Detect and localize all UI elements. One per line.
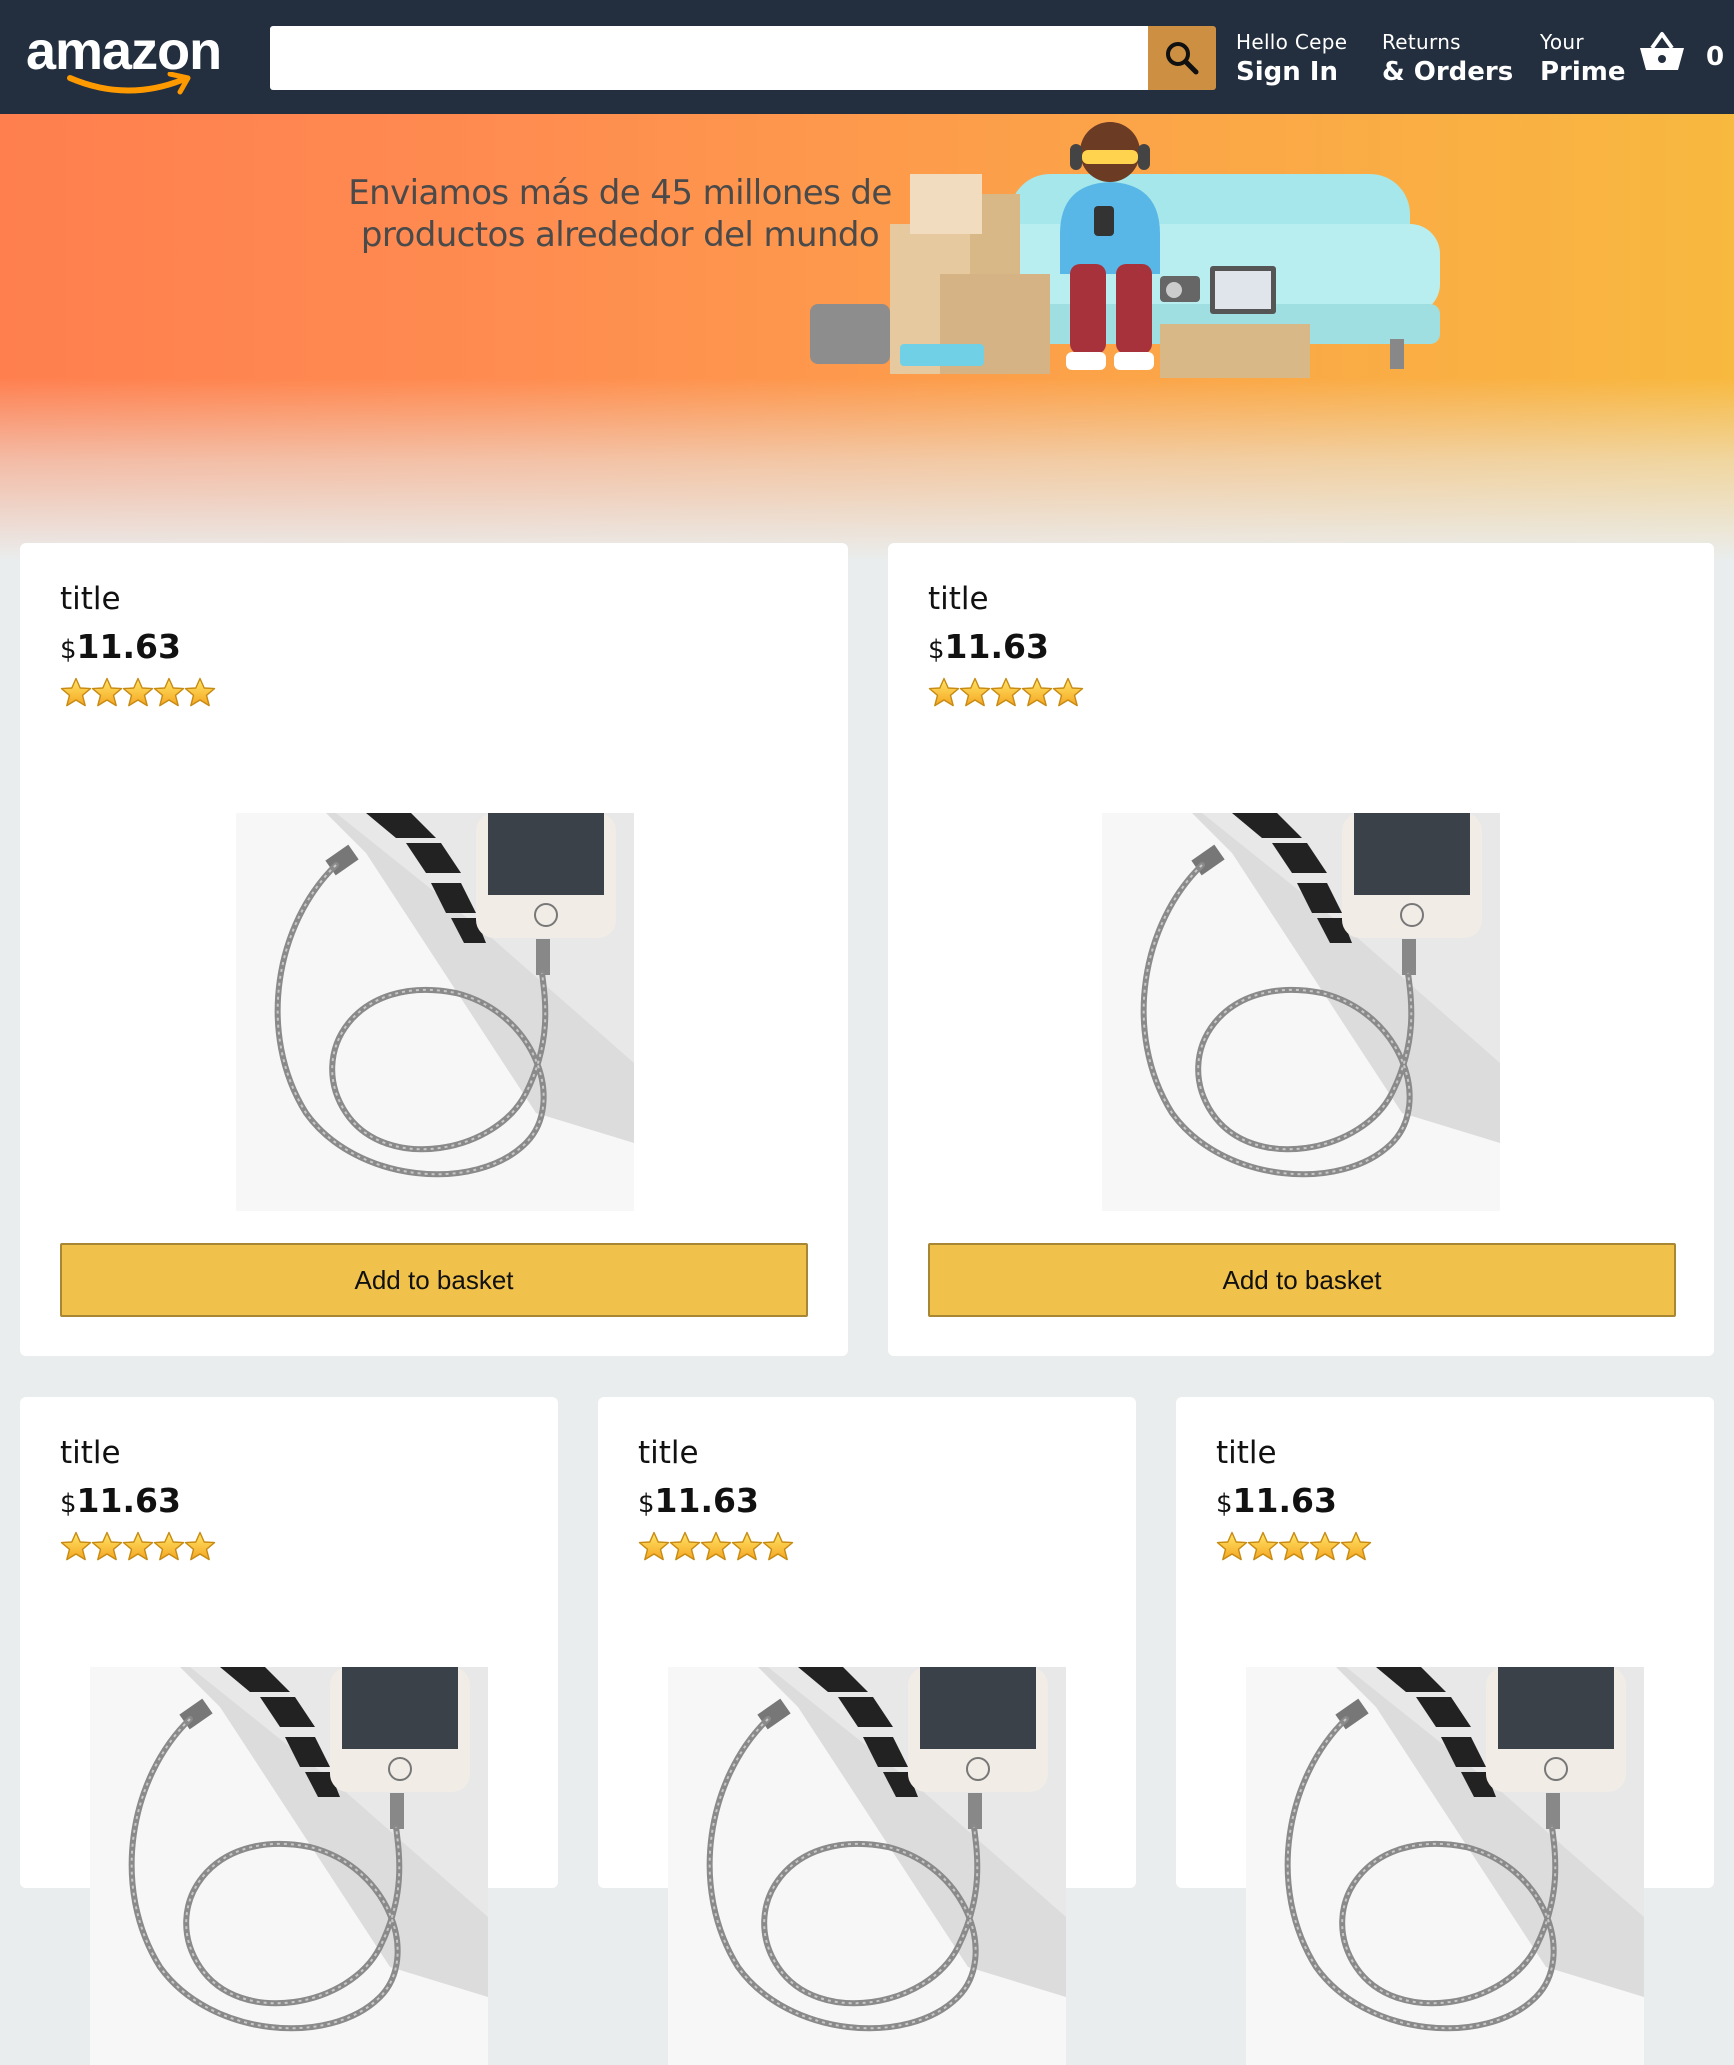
star-icon xyxy=(153,677,185,707)
product-card: title $11.63 Add to basket xyxy=(20,543,848,1356)
basket[interactable]: 0 xyxy=(1638,30,1728,82)
product-card: title $11.63 xyxy=(20,1397,558,2065)
price-amount: 11.63 xyxy=(76,1481,181,1520)
star-icon xyxy=(959,677,991,707)
amazon-logo[interactable]: amazon xyxy=(26,18,238,102)
hero-banner[interactable]: Enviamos más de 45 millones de productos… xyxy=(0,114,1734,560)
basket-count: 0 xyxy=(1706,42,1725,72)
logo-smile-icon xyxy=(67,72,191,95)
product-photo xyxy=(1246,1667,1644,2065)
star-icon xyxy=(638,1531,670,1561)
orders-label: & Orders xyxy=(1382,57,1514,87)
star-icon xyxy=(122,1531,154,1561)
product-rating xyxy=(60,677,216,709)
search-button[interactable] xyxy=(1148,26,1216,90)
product-title[interactable]: title xyxy=(60,1435,121,1471)
star-icon xyxy=(1309,1531,1341,1561)
price-currency: $ xyxy=(1216,1489,1233,1519)
price-currency: $ xyxy=(60,635,77,665)
product-rating xyxy=(928,677,1084,709)
product-rating xyxy=(60,1531,216,1563)
price-amount: 11.63 xyxy=(654,1481,759,1520)
product-photo xyxy=(1102,813,1500,1211)
product-image[interactable] xyxy=(1102,813,1500,1211)
star-icon xyxy=(60,1531,92,1561)
product-rating xyxy=(1216,1531,1372,1563)
star-icon xyxy=(700,1531,732,1561)
product-photo xyxy=(668,1667,1066,2065)
star-icon xyxy=(1340,1531,1372,1561)
product-card: title $11.63 xyxy=(1176,1397,1714,2065)
your-prime[interactable]: Your Prime xyxy=(1540,30,1626,90)
product-image[interactable] xyxy=(668,1667,1066,2065)
star-icon xyxy=(928,677,960,707)
add-to-basket-button[interactable]: Add to basket xyxy=(928,1243,1676,1317)
product-title[interactable]: title xyxy=(638,1435,699,1471)
sign-in-link: Sign In xyxy=(1236,57,1338,87)
product-card: title $11.63 xyxy=(598,1397,1136,2065)
price-amount: 11.63 xyxy=(76,627,181,666)
price-currency: $ xyxy=(928,635,945,665)
product-price: $11.63 xyxy=(928,627,1049,666)
product-price: $11.63 xyxy=(1216,1481,1337,1520)
star-icon xyxy=(1021,677,1053,707)
product-price: $11.63 xyxy=(60,627,181,666)
star-icon xyxy=(762,1531,794,1561)
product-photo xyxy=(90,1667,488,2065)
star-icon xyxy=(60,677,92,707)
returns-label: Returns xyxy=(1382,30,1461,54)
price-amount: 11.63 xyxy=(944,627,1049,666)
prime-line1: Your xyxy=(1540,30,1584,54)
add-to-basket-button[interactable]: Add to basket xyxy=(60,1243,808,1317)
header: amazon Hello Cepe Sign In Returns & Orde… xyxy=(0,0,1734,114)
star-icon xyxy=(1216,1531,1248,1561)
search-icon xyxy=(1166,42,1199,75)
price-amount: 11.63 xyxy=(1232,1481,1337,1520)
star-icon xyxy=(91,677,123,707)
star-icon xyxy=(731,1531,763,1561)
star-icon xyxy=(1247,1531,1279,1561)
basket-icon xyxy=(1640,32,1684,70)
product-title[interactable]: title xyxy=(928,581,989,617)
star-icon xyxy=(184,1531,216,1561)
star-icon xyxy=(669,1531,701,1561)
product-title[interactable]: title xyxy=(60,581,121,617)
star-icon xyxy=(990,677,1022,707)
product-photo xyxy=(236,813,634,1211)
product-image[interactable] xyxy=(1246,1667,1644,2065)
price-currency: $ xyxy=(638,1489,655,1519)
star-icon xyxy=(1278,1531,1310,1561)
star-icon xyxy=(153,1531,185,1561)
product-price: $11.63 xyxy=(60,1481,181,1520)
banner-fade xyxy=(0,378,1734,560)
star-icon xyxy=(122,677,154,707)
product-price: $11.63 xyxy=(638,1481,759,1520)
product-title[interactable]: title xyxy=(1216,1435,1277,1471)
logo-text: amazon xyxy=(26,21,222,81)
product-image[interactable] xyxy=(236,813,634,1211)
prime-line2: Prime xyxy=(1540,57,1626,87)
product-card: title $11.63 Add to basket xyxy=(888,543,1714,1356)
search-bar xyxy=(270,26,1216,90)
product-image[interactable] xyxy=(90,1667,488,2065)
price-currency: $ xyxy=(60,1489,77,1519)
search-input[interactable] xyxy=(270,26,1150,90)
star-icon xyxy=(184,677,216,707)
banner-illustration xyxy=(810,122,1440,378)
star-icon xyxy=(1052,677,1084,707)
returns-orders[interactable]: Returns & Orders xyxy=(1382,30,1513,90)
product-rating xyxy=(638,1531,794,1563)
account-sign-in[interactable]: Hello Cepe Sign In xyxy=(1236,30,1347,90)
account-greeting: Hello Cepe xyxy=(1236,30,1348,54)
star-icon xyxy=(91,1531,123,1561)
